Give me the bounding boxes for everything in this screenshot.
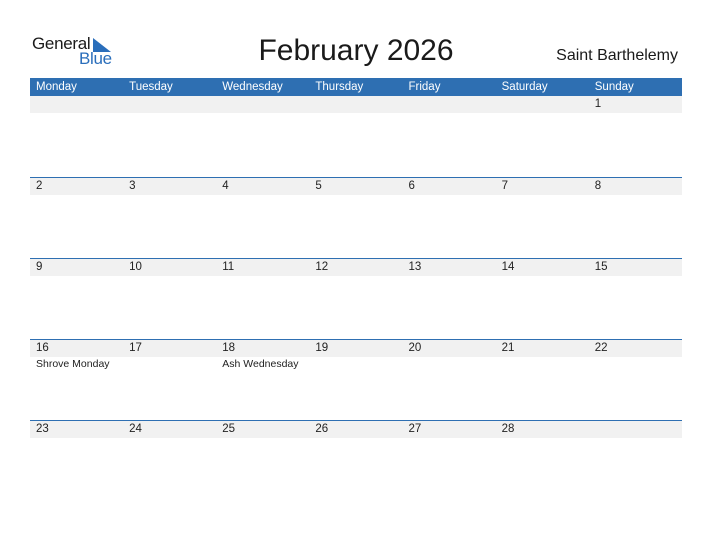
day-number: 10	[129, 261, 142, 273]
holiday-label: Shrove Monday	[36, 358, 110, 370]
day-cell: 12	[309, 259, 402, 276]
day-cell: 18 Ash Wednesday	[216, 340, 309, 371]
day-number: 5	[315, 180, 322, 192]
day-number: 7	[501, 180, 509, 192]
day-number: 1	[594, 98, 602, 110]
day-number: 18	[222, 342, 236, 354]
day-cell: 22	[589, 340, 682, 371]
day-number: 16	[36, 342, 49, 354]
day-cell: 28	[496, 421, 589, 438]
country-label: Saint Barthelemy	[556, 47, 678, 64]
weekday-thursday: Thursday	[315, 81, 364, 93]
day-cell: 26	[309, 421, 402, 438]
day-cell: 10	[123, 259, 216, 276]
day-number: 15	[594, 261, 608, 273]
day-cell	[309, 96, 402, 113]
weekday-wednesday: Wednesday	[222, 81, 283, 93]
day-number: 2	[36, 180, 43, 192]
day-number: 4	[222, 180, 229, 192]
day-number: 17	[129, 342, 142, 354]
day-number: 24	[129, 423, 142, 435]
day-cell: 17	[123, 340, 216, 371]
day-number: 14	[501, 261, 515, 273]
day-number: 26	[315, 423, 329, 435]
day-cell: 23	[30, 421, 123, 438]
day-cell: 27	[403, 421, 496, 438]
day-number	[315, 96, 402, 113]
day-number: 12	[315, 261, 329, 273]
weekday-tuesday: Tuesday	[129, 81, 173, 93]
day-number: 22	[594, 342, 608, 354]
week-row: 9 10 11 12 13 14 15	[30, 258, 682, 339]
day-cell	[123, 96, 216, 113]
day-number	[36, 96, 123, 113]
day-number	[222, 96, 309, 113]
weekday-header: Monday Tuesday Wednesday Thursday Friday…	[30, 78, 682, 96]
day-number: 23	[36, 423, 49, 435]
day-cell: 3	[123, 178, 216, 195]
day-number: 28	[501, 423, 515, 435]
day-number: 3	[129, 180, 136, 192]
day-number: 8	[594, 180, 602, 192]
day-number: 20	[408, 342, 422, 354]
day-cell: 5	[309, 178, 402, 195]
day-number: 19	[315, 342, 329, 354]
day-cell: 1	[589, 96, 682, 113]
day-cell: 7	[496, 178, 589, 195]
weekday-friday: Friday	[408, 81, 441, 93]
day-cell: 19	[309, 340, 402, 371]
day-number	[595, 421, 682, 438]
day-cell: 9	[30, 259, 123, 276]
week-row: 16 Shrove Monday 17 18 Ash Wednesday 19 20 21 22	[30, 339, 682, 420]
day-number	[409, 96, 496, 113]
day-cell: 21	[496, 340, 589, 371]
day-number	[502, 96, 589, 113]
week-row: 2 3 4 5 6 7 8	[30, 177, 682, 258]
day-number: 25	[222, 423, 236, 435]
weekday-monday: Monday	[36, 81, 77, 93]
day-number: 13	[408, 261, 422, 273]
day-number	[129, 96, 216, 113]
day-cell: 2	[30, 178, 123, 195]
day-number: 27	[408, 423, 422, 435]
day-number: 11	[222, 261, 235, 273]
day-cell: 11	[216, 259, 309, 276]
week-row: 1	[30, 96, 682, 177]
day-cell	[216, 96, 309, 113]
day-number: 21	[501, 342, 515, 354]
day-cell	[496, 96, 589, 113]
day-cell: 20	[403, 340, 496, 371]
weekday-saturday: Saturday	[501, 81, 548, 93]
day-cell: 15	[589, 259, 682, 276]
day-number: 9	[36, 261, 43, 273]
week-row: 23 24 25 26 27 28	[30, 420, 682, 501]
day-cell	[403, 96, 496, 113]
calendar-grid: Monday Tuesday Wednesday Thursday Friday…	[30, 78, 682, 501]
day-cell: 24	[123, 421, 216, 438]
day-cell: 14	[496, 259, 589, 276]
day-cell: 13	[403, 259, 496, 276]
day-cell: 25	[216, 421, 309, 438]
weekday-sunday: Sunday	[594, 81, 634, 93]
day-number: 6	[408, 180, 415, 192]
day-cell: 8	[589, 178, 682, 195]
day-cell: 4	[216, 178, 309, 195]
day-cell	[589, 421, 682, 438]
day-cell	[30, 96, 123, 113]
day-cell: 6	[403, 178, 496, 195]
day-cell: 16 Shrove Monday	[30, 340, 123, 371]
holiday-label: Ash Wednesday	[222, 358, 299, 370]
